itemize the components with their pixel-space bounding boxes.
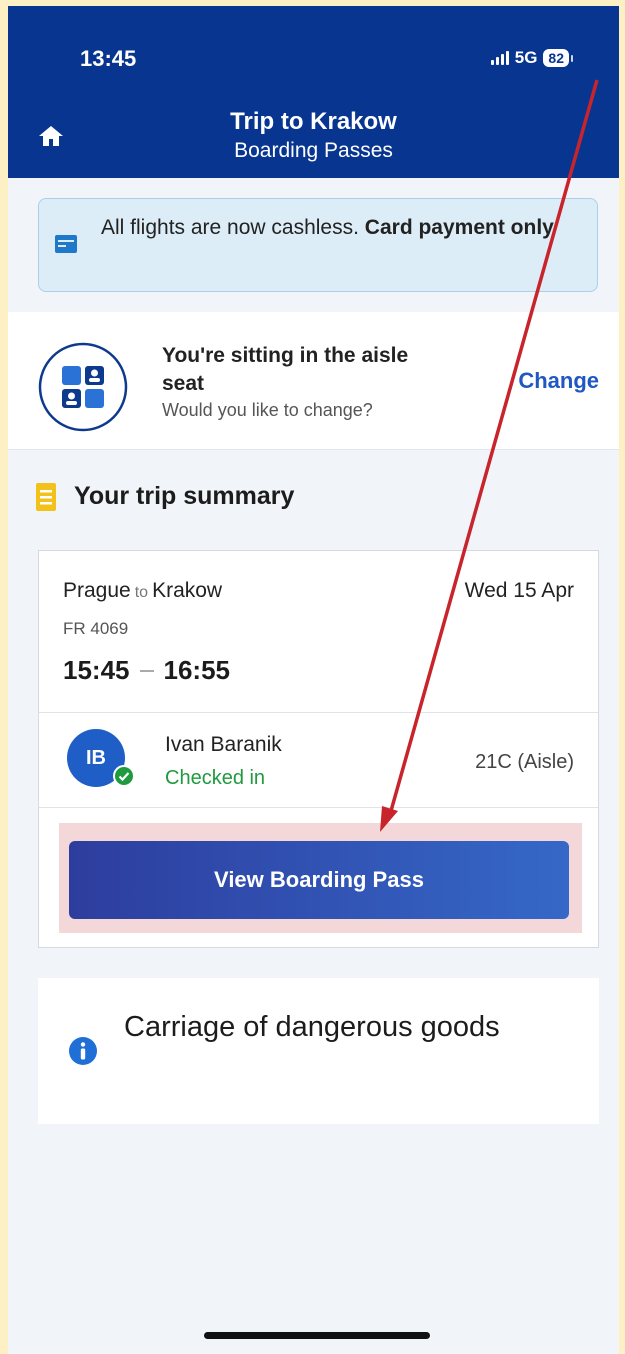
home-indicator — [204, 1332, 430, 1339]
trip-summary-title: Your trip summary — [74, 482, 295, 510]
route-connector: to — [134, 584, 149, 601]
seat-map-icon — [38, 342, 128, 432]
seat-assignment: 21C (Aisle) — [475, 751, 574, 773]
flight-number: FR 4069 — [63, 619, 129, 638]
flight-route: Prague to Krakow — [63, 579, 222, 603]
seat-prompt-title: You're sitting in the aisle seat — [162, 344, 409, 395]
app-header: 13:45 5G 82 Trip to Krakow Boarding Pass… — [8, 6, 619, 178]
dangerous-goods-card[interactable]: Carriage of dangerous goods — [38, 978, 599, 1124]
signal-icon — [490, 51, 509, 65]
status-indicators: 5G 82 — [490, 48, 573, 68]
annotation-highlight: View Boarding Pass — [59, 823, 582, 933]
view-boarding-pass-button[interactable]: View Boarding Pass — [69, 841, 569, 919]
trip-card: Prague to Krakow Wed 15 Apr FR 4069 15:45 … — [38, 550, 599, 948]
flight-times: 15:45 16:55 — [63, 655, 230, 686]
page-title: Trip to Krakow — [230, 108, 397, 135]
notice-emphasis: Card payment only — [364, 216, 554, 239]
status-time: 13:45 — [80, 46, 137, 71]
checkin-status: Checked in — [165, 767, 266, 789]
divider — [39, 712, 598, 713]
dangerous-goods-label: Carriage of dangerous goods — [124, 1011, 500, 1043]
time-separator — [139, 669, 154, 672]
notice-message: All flights are now cashless. — [101, 216, 365, 239]
document-icon — [36, 482, 56, 511]
info-icon — [69, 1037, 97, 1065]
network-type: 5G — [514, 48, 538, 67]
battery-icon: 82 — [543, 49, 573, 67]
seat-prompt-card: You're sitting in the aisle seat Would y… — [8, 312, 619, 450]
departure-time: 15:45 — [63, 655, 130, 685]
origin-city: Prague — [63, 579, 131, 602]
phone-screen: 13:45 5G 82 Trip to Krakow Boarding Pass… — [8, 6, 619, 1354]
change-seat-link[interactable]: Change — [518, 368, 599, 394]
page-subtitle: Boarding Passes — [234, 139, 393, 162]
flight-date: Wed 15 Apr — [464, 579, 574, 602]
divider — [39, 807, 598, 808]
destination-city: Krakow — [152, 579, 223, 602]
notice-text: All flights are now cashless. Card payme… — [101, 213, 581, 243]
passenger-name: Ivan Baranik — [165, 733, 282, 756]
trip-summary-heading: Your trip summary — [36, 482, 294, 511]
check-badge-icon — [113, 765, 135, 787]
card-icon — [55, 235, 77, 253]
seat-prompt-subtitle: Would you like to change? — [162, 400, 373, 420]
arrival-time: 16:55 — [163, 655, 231, 685]
cashless-notice: All flights are now cashless. Card payme… — [38, 198, 598, 292]
